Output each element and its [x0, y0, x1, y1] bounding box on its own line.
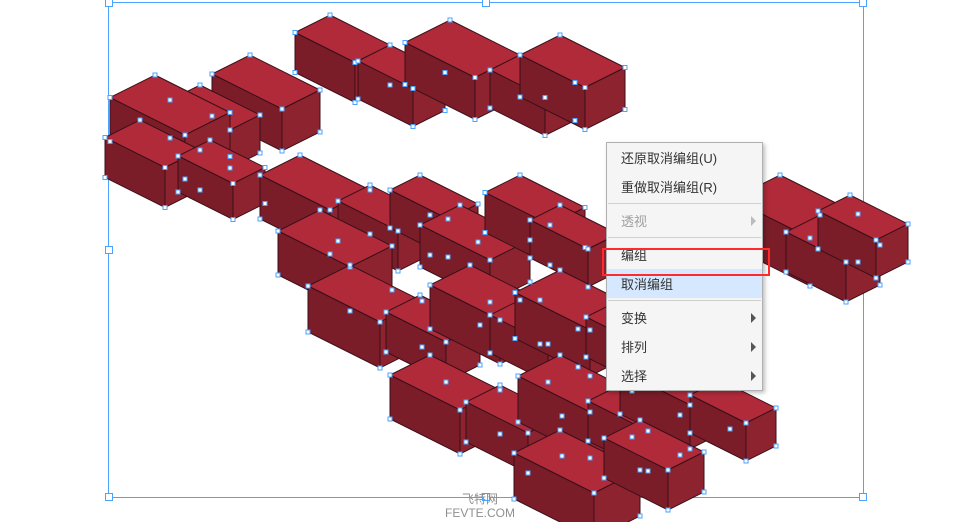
- menu-separator: [608, 300, 761, 301]
- menu-item-select[interactable]: 选择: [607, 361, 762, 390]
- menu-item-undo_ungroup[interactable]: 还原取消编组(U): [607, 143, 762, 172]
- watermark-line2: FEVTE.COM: [0, 506, 960, 520]
- illustrator-canvas[interactable]: 还原取消编组(U)重做取消编组(R) 透视编组取消编组变换排列选择 飞特网 FEV…: [0, 0, 960, 522]
- menu-item-ungroup[interactable]: 取消编组: [607, 269, 762, 298]
- watermark-line1: 飞特网: [0, 492, 960, 506]
- context-menu: 还原取消编组(U)重做取消编组(R) 透视编组取消编组变换排列选择: [606, 142, 763, 391]
- menu-item-transform[interactable]: 变换: [607, 303, 762, 332]
- submenu-arrow-icon: [751, 313, 756, 323]
- menu-item-perspective: 透视: [607, 206, 762, 235]
- artwork-3d-blocks[interactable]: [0, 0, 960, 522]
- watermark: 飞特网 FEVTE.COM: [0, 492, 960, 520]
- submenu-arrow-icon: [751, 216, 756, 226]
- menu-item-arrange[interactable]: 排列: [607, 332, 762, 361]
- menu-item-group[interactable]: 编组: [607, 240, 762, 269]
- submenu-arrow-icon: [751, 371, 756, 381]
- menu-item-redo_ungroup[interactable]: 重做取消编组(R): [607, 172, 762, 201]
- menu-separator: [608, 237, 761, 238]
- submenu-arrow-icon: [751, 342, 756, 352]
- menu-separator: [608, 203, 761, 204]
